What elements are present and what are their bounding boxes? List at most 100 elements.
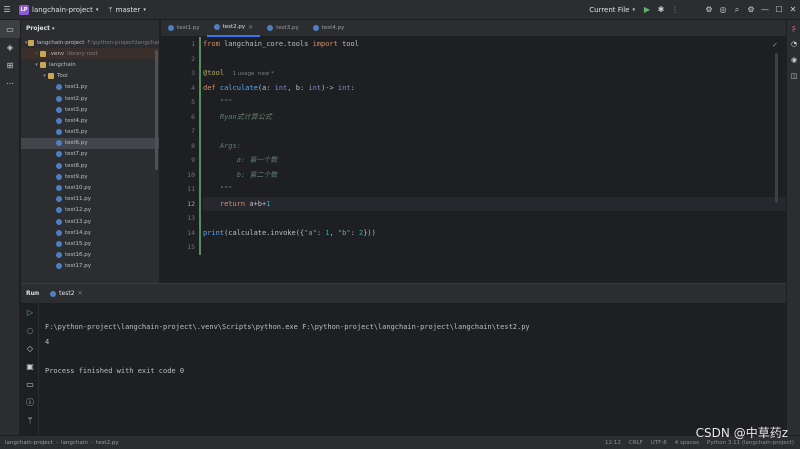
stop-icon[interactable]: ◌ xyxy=(21,321,39,339)
ai-assistant-icon[interactable]: ⚙ xyxy=(702,3,716,17)
services-icon[interactable]: ▣ xyxy=(21,357,39,375)
tree-item[interactable]: ▾ Tool xyxy=(21,71,159,82)
expand-arrow-icon[interactable]: ▾ xyxy=(33,62,40,68)
tree-item[interactable]: test7.py xyxy=(21,149,159,160)
editor-tab-label: test4.py xyxy=(321,25,345,31)
breadcrumb-item[interactable]: test2.py xyxy=(96,440,119,446)
minimize-icon[interactable]: — xyxy=(758,3,772,17)
project-panel-header[interactable]: Project ▾ xyxy=(21,20,159,37)
commit-icon[interactable]: ◈ xyxy=(0,38,20,56)
database-icon[interactable]: ◉ xyxy=(787,52,800,68)
account-icon[interactable]: ◎ xyxy=(716,3,730,17)
ai-assistant-icon[interactable]: ʂ xyxy=(787,20,800,36)
tree-item[interactable]: test2.py xyxy=(21,93,159,104)
line-number[interactable]: 14 xyxy=(161,226,198,241)
status-widget[interactable]: UTF-8 xyxy=(651,440,667,446)
tree-item[interactable]: test8.py xyxy=(21,160,159,171)
code-area[interactable]: from langchain_core.tools import tool @t… xyxy=(203,37,786,255)
tree-item[interactable]: test3.py xyxy=(21,104,159,115)
run-panel-header: Run test2 ✕ xyxy=(21,284,786,303)
status-widget[interactable]: CRLF xyxy=(629,440,643,446)
breadcrumb-item[interactable]: langchain xyxy=(61,440,88,446)
chevron-down-icon: ▾ xyxy=(95,6,99,13)
tree-item[interactable]: test16.py xyxy=(21,250,159,261)
run-tab[interactable]: test2 ✕ xyxy=(44,290,88,297)
settings-icon[interactable]: ⚙ xyxy=(744,3,758,17)
tree-item[interactable]: test13.py xyxy=(21,216,159,227)
sciview-icon[interactable]: ◫ xyxy=(787,68,800,84)
breadcrumb-item[interactable]: langchain-project xyxy=(5,440,53,446)
tree-item-hint: library root xyxy=(67,50,98,57)
main-menu-icon[interactable]: ☰ xyxy=(0,3,14,17)
tree-item[interactable]: test11.py xyxy=(21,194,159,205)
code-editor[interactable]: 1 2 3 4 5 6 7 8 9 10 11 12 13 14 15 from langchain_cor… xyxy=(161,37,786,283)
line-number[interactable]: 4 xyxy=(161,81,198,96)
tree-item[interactable]: ▾ langchain-project F:\python-project\lang… xyxy=(21,37,159,48)
editor-tab[interactable]: test2.py ✕ xyxy=(206,20,261,37)
line-number[interactable]: 5 xyxy=(161,95,198,110)
project-badge: LP xyxy=(19,4,29,15)
project-scrollbar[interactable] xyxy=(155,50,158,170)
chevron-down-icon: ▾ xyxy=(52,25,55,32)
git-icon[interactable]: ᛘ xyxy=(21,411,39,429)
line-number[interactable]: 12 xyxy=(161,197,198,212)
line-number[interactable]: 10 xyxy=(161,168,198,183)
tree-item-label: test4.py xyxy=(65,117,88,124)
run-icon[interactable]: ▶ xyxy=(640,3,654,17)
close-icon[interactable]: ✕ xyxy=(248,24,253,31)
usage-hint[interactable]: 1 usage new * xyxy=(233,71,274,77)
tree-item-label: .venv xyxy=(49,50,65,57)
line-number[interactable]: 8 xyxy=(161,139,198,154)
line-number[interactable]: 11 xyxy=(161,182,198,197)
tree-item[interactable]: test14.py xyxy=(21,227,159,238)
more-actions-icon[interactable]: ⋮ xyxy=(668,3,682,17)
structure-icon[interactable]: ⊞ xyxy=(0,56,20,74)
console-line: 4 xyxy=(45,337,50,346)
python-packages-icon[interactable]: ◇ xyxy=(21,339,39,357)
tree-item[interactable]: › .venv library root xyxy=(21,48,159,60)
tree-item[interactable]: test6.py xyxy=(21,137,159,149)
tree-item[interactable]: test5.py xyxy=(21,127,159,138)
tree-item[interactable]: test17.py xyxy=(21,261,159,272)
tree-item[interactable]: test15.py xyxy=(21,238,159,249)
line-number[interactable]: 7 xyxy=(161,124,198,139)
expand-arrow-icon[interactable]: › xyxy=(33,51,40,57)
tree-item-label: test12.py xyxy=(65,207,92,214)
maximize-icon[interactable]: ☐ xyxy=(772,3,786,17)
project-tool-icon[interactable]: ▭ xyxy=(0,20,20,38)
editor-tab[interactable]: test1.py xyxy=(161,20,207,37)
editor-tab[interactable]: test4.py xyxy=(306,20,352,37)
tree-item[interactable]: test1.py xyxy=(21,82,159,93)
tree-item[interactable]: test10.py xyxy=(21,182,159,193)
line-number[interactable]: 13 xyxy=(161,211,198,226)
expand-arrow-icon[interactable]: ▾ xyxy=(41,73,48,79)
console-output[interactable]: F:\python-project\langchain-project\.ven… xyxy=(45,320,530,378)
search-icon[interactable]: ⌕ xyxy=(730,3,744,17)
inspection-ok-icon[interactable]: ✓ xyxy=(772,41,778,49)
tree-item[interactable]: test12.py xyxy=(21,205,159,216)
problems-icon[interactable]: ⓘ xyxy=(21,393,39,411)
line-number[interactable]: 9 xyxy=(161,153,198,168)
line-number[interactable]: 6 xyxy=(161,110,198,125)
line-number[interactable]: 1 xyxy=(161,37,198,52)
line-number[interactable]: 2 xyxy=(161,52,198,67)
branch-selector[interactable]: ᛘ master ▾ xyxy=(103,6,150,14)
terminal-icon[interactable]: ▭ xyxy=(21,375,39,393)
rerun-icon[interactable]: ▷ xyxy=(21,303,39,321)
status-widget[interactable]: 12:12 xyxy=(605,440,621,446)
notifications-icon[interactable]: ◔ xyxy=(787,36,800,52)
more-tools-icon[interactable]: ⋯ xyxy=(0,74,20,92)
close-icon[interactable]: ✕ xyxy=(786,3,800,17)
debug-icon[interactable]: ✱ xyxy=(654,3,668,17)
project-selector[interactable]: LP langchain-project ▾ xyxy=(14,4,103,15)
tree-item[interactable]: test9.py xyxy=(21,171,159,182)
close-icon[interactable]: ✕ xyxy=(78,290,83,297)
editor-scrollbar[interactable] xyxy=(775,53,778,203)
tree-item[interactable]: test4.py xyxy=(21,115,159,126)
line-number[interactable]: 15 xyxy=(161,240,198,255)
editor-tab[interactable]: test3.py xyxy=(260,20,306,37)
tree-item[interactable]: ▾ langchain xyxy=(21,59,159,70)
run-config-selector[interactable]: Current File ▾ xyxy=(584,6,640,14)
line-number[interactable]: 3 xyxy=(161,66,198,81)
